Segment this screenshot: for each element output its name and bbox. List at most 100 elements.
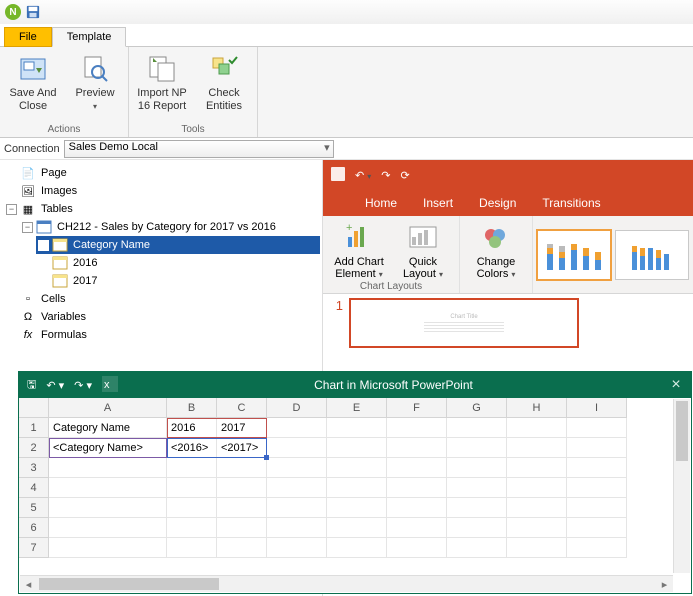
quick-layout-icon — [407, 222, 439, 254]
pp-save-icon[interactable] — [331, 167, 345, 184]
ribbon: Save And Close Preview▾ Actions Import N… — [0, 46, 693, 138]
images-icon: 🖼 — [20, 183, 36, 199]
pp-tab-home[interactable]: Home — [363, 192, 399, 216]
chart-data-window: 🖫 ↶ ▾ ↷ ▾ x Chart in Microsoft PowerPoin… — [18, 371, 692, 594]
series-header-outline — [167, 418, 267, 438]
tab-file[interactable]: File — [4, 27, 52, 47]
row-header[interactable]: 6 — [19, 518, 49, 538]
col-header[interactable]: G — [447, 398, 507, 418]
pp-redo-icon[interactable]: ↷ — [381, 169, 390, 182]
tree-node-tables[interactable]: −▦Tables — [4, 200, 320, 218]
slide-thumbnail[interactable]: Chart Title — [349, 298, 579, 348]
pp-group-label: Chart Layouts — [331, 281, 451, 292]
spreadsheet-grid[interactable]: A B C D E F G H I 1 Category Name 2016 2… — [19, 398, 691, 558]
preview-icon — [79, 53, 111, 85]
import-icon — [146, 53, 178, 85]
tree-node-column[interactable]: 2016 — [36, 254, 320, 272]
quick-access-toolbar: N — [0, 0, 693, 24]
column-icon — [52, 255, 68, 271]
add-chart-element-button[interactable]: + Add Chart Element ▾ — [331, 219, 387, 281]
ribbon-group-tools: Import NP 16 Report Check Entities Tools — [129, 47, 258, 137]
chart-title-placeholder: Chart Title — [450, 314, 477, 320]
tab-template[interactable]: Template — [52, 27, 127, 47]
row-header[interactable]: 4 — [19, 478, 49, 498]
column-icon — [52, 273, 68, 289]
tables-icon: ▦ — [20, 201, 36, 217]
ribbon-group-label: Tools — [181, 123, 204, 136]
xl-save-icon[interactable]: 🖫 — [27, 376, 36, 395]
xl-excel-icon[interactable]: x — [102, 376, 118, 395]
values-range-outline — [167, 438, 267, 458]
chart-style-2[interactable] — [615, 230, 689, 280]
xl-undo-icon[interactable]: ↶ ▾ — [46, 379, 64, 392]
row-header[interactable]: 7 — [19, 538, 49, 558]
column-icon — [52, 237, 68, 253]
slide-panel: 1 Chart Title — [323, 294, 693, 354]
chart-data-titlebar: 🖫 ↶ ▾ ↷ ▾ x Chart in Microsoft PowerPoin… — [19, 372, 691, 398]
quick-layout-button[interactable]: Quick Layout ▾ — [395, 219, 451, 281]
table-icon — [36, 219, 52, 235]
svg-text:+: + — [346, 223, 352, 234]
tree-node-column-selected[interactable]: Category Name — [36, 236, 320, 254]
horizontal-scrollbar[interactable]: ◂ ▸ — [20, 575, 673, 592]
check-entities-button[interactable]: Check Entities — [197, 50, 251, 123]
col-header[interactable]: A — [49, 398, 167, 418]
col-header[interactable]: E — [327, 398, 387, 418]
change-colors-icon — [480, 222, 512, 254]
connection-row: Connection Sales Demo Local — [0, 138, 693, 160]
powerpoint-tabstrip: Home Insert Design Transitions — [323, 190, 693, 216]
variables-icon: Ω — [20, 309, 36, 325]
col-header[interactable]: H — [507, 398, 567, 418]
pp-tab-design[interactable]: Design — [477, 192, 518, 216]
select-all-corner[interactable] — [19, 398, 49, 418]
add-chart-icon: + — [343, 222, 375, 254]
tree-node-images[interactable]: 🖼Images — [4, 182, 320, 200]
connection-select[interactable]: Sales Demo Local — [64, 140, 334, 158]
save-and-close-button[interactable]: Save And Close — [6, 50, 60, 123]
save-close-icon — [17, 53, 49, 85]
tree-node-formulas[interactable]: fxFormulas — [4, 326, 320, 344]
col-header[interactable]: I — [567, 398, 627, 418]
chart-style-gallery — [533, 216, 693, 293]
ribbon-group-actions: Save And Close Preview▾ Actions — [0, 47, 129, 137]
col-header[interactable]: D — [267, 398, 327, 418]
check-icon — [208, 53, 240, 85]
tree-node-variables[interactable]: ΩVariables — [4, 308, 320, 326]
row-header[interactable]: 2 — [19, 438, 49, 458]
cell[interactable]: Category Name — [49, 418, 167, 438]
pp-startover-icon[interactable]: ⟳ — [401, 169, 410, 182]
chart-data-title: Chart in Microsoft PowerPoint — [126, 378, 661, 392]
row-header[interactable]: 1 — [19, 418, 49, 438]
col-header[interactable]: F — [387, 398, 447, 418]
cells-icon: ▫ — [20, 291, 36, 307]
tree-node-table[interactable]: −CH212 - Sales by Category for 2017 vs 2… — [20, 218, 320, 236]
col-header[interactable]: C — [217, 398, 267, 418]
tree-node-column[interactable]: 2017 — [36, 272, 320, 290]
chart-style-1[interactable] — [537, 230, 611, 280]
row-header[interactable]: 5 — [19, 498, 49, 518]
row-header[interactable]: 3 — [19, 458, 49, 478]
close-icon[interactable]: × — [661, 376, 691, 394]
category-range-outline — [49, 438, 167, 458]
preview-button[interactable]: Preview▾ — [68, 50, 122, 123]
pp-undo-icon[interactable]: ↶ ▾ — [355, 169, 371, 182]
vertical-scrollbar[interactable] — [673, 399, 690, 573]
pp-tab-insert[interactable]: Insert — [421, 192, 455, 216]
save-icon[interactable] — [24, 3, 42, 21]
range-handle[interactable] — [264, 455, 269, 460]
page-icon: 📄 — [20, 165, 36, 181]
expand-icon[interactable]: − — [22, 222, 33, 233]
powerpoint-ribbon: + Add Chart Element ▾ Quick Layout ▾ Cha… — [323, 216, 693, 294]
change-colors-button[interactable]: Change Colors ▾ — [468, 219, 524, 281]
tree-node-page[interactable]: 📄Page — [4, 164, 320, 182]
pp-tab-transitions[interactable]: Transitions — [540, 192, 602, 216]
col-header[interactable]: B — [167, 398, 217, 418]
xl-redo-icon[interactable]: ↷ ▾ — [74, 379, 92, 392]
scroll-right-icon[interactable]: ▸ — [656, 576, 673, 592]
scroll-left-icon[interactable]: ◂ — [20, 576, 37, 592]
slide-number: 1 — [323, 294, 349, 354]
import-np16-button[interactable]: Import NP 16 Report — [135, 50, 189, 123]
app-icon: N — [4, 3, 22, 21]
expand-icon[interactable]: − — [6, 204, 17, 215]
tree-node-cells[interactable]: ▫Cells — [4, 290, 320, 308]
